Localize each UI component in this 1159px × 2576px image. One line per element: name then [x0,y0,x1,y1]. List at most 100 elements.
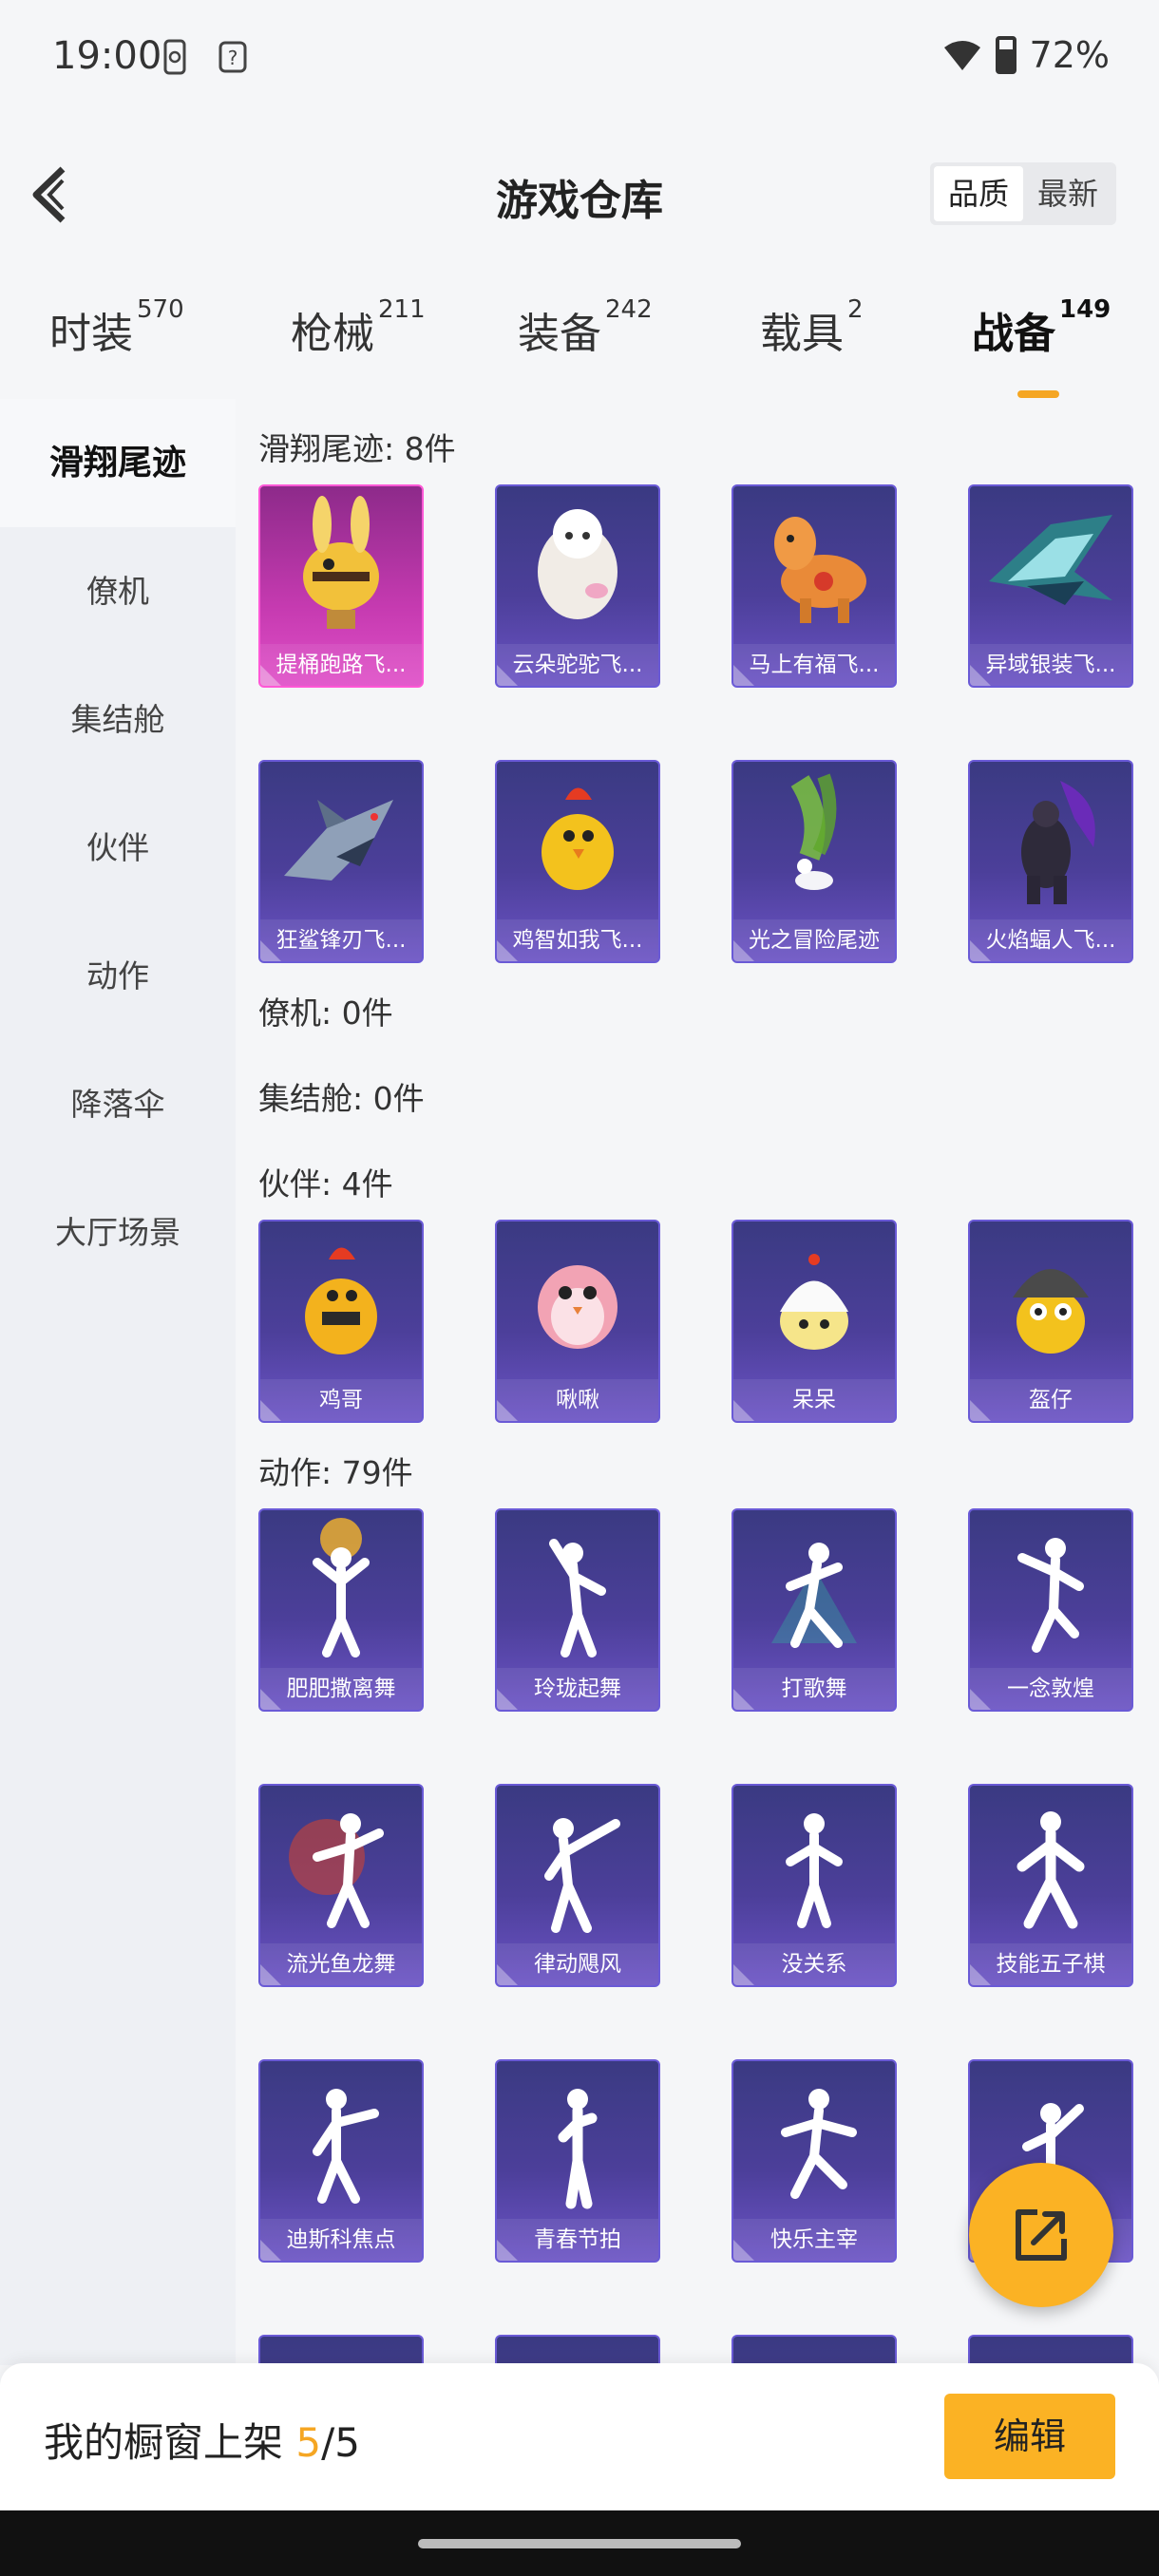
egg-chick-art-icon [780,1254,848,1350]
shark-art-icon [284,800,393,881]
item-card[interactable]: 没关系 [732,1784,897,1987]
item-card[interactable]: 肥肥撒离舞 [258,1508,424,1712]
sort-toggle[interactable]: 品质 最新 [930,162,1116,225]
pink-bird-art-icon [538,1265,618,1349]
item-card[interactable]: 盔仔 [968,1220,1133,1423]
tab-combat-gear[interactable]: 战备 149 [972,295,1111,398]
section-title-partner: 伙伴: 4件 [258,1165,393,1203]
sidebar-item-rally-pod[interactable]: 集结舱 [0,655,236,784]
chicken-art-icon [542,787,614,890]
wifi-icon [943,41,980,70]
item-label: 快乐主宰 [733,2219,895,2261]
item-label: 光之冒险尾迹 [733,919,895,961]
item-card[interactable]: 异域银装飞... [968,484,1133,688]
item-label: 迪斯科焦点 [260,2219,422,2261]
showcase-status: 我的橱窗上架 5/5 [44,2419,360,2466]
alpaca-art-icon [538,509,618,619]
item-label: 肥肥撒离舞 [260,1668,422,1710]
item-label: 马上有福飞... [733,644,895,686]
item-card[interactable]: 马上有福飞... [732,484,897,688]
unknown-app-icon: ? [218,41,247,73]
item-card[interactable]: 打歌舞 [732,1508,897,1712]
bee-rabbit-art-icon [303,496,379,629]
tab-fashion[interactable]: 时装 570 [49,295,184,360]
item-label: 没关系 [733,1943,895,1985]
sidebar-item-drone[interactable]: 僚机 [0,527,236,655]
item-card[interactable]: 呆呆 [732,1220,897,1423]
dancer-art-icon [781,2089,857,2199]
item-label: 鸡智如我飞... [497,919,658,961]
item-card[interactable]: 鸡哥 [258,1220,424,1423]
item-card[interactable]: 狂鲨锋刃飞... [258,760,424,963]
item-card[interactable] [732,2335,897,2365]
home-indicator[interactable] [418,2539,741,2548]
sidebar-item-partner[interactable]: 伙伴 [0,784,236,912]
item-card[interactable]: 提桶跑路飞... [258,484,424,688]
item-card[interactable] [258,2335,424,2365]
share-button[interactable] [969,2163,1113,2307]
tab-equipment[interactable]: 装备 242 [518,295,653,360]
item-card[interactable]: 技能五子棋 [968,1784,1133,1987]
item-card[interactable]: 云朵驼驼飞... [495,484,660,688]
share-icon [1016,2209,1067,2261]
item-label: 一念敦煌 [970,1668,1131,1710]
dancer-art-icon [771,1543,857,1648]
tab-vehicles[interactable]: 载具 2 [760,295,864,360]
status-bar: 19:00 ? 72% [0,0,1159,119]
item-label: 鸡哥 [260,1379,422,1421]
sort-quality[interactable]: 品质 [934,166,1023,221]
category-tabs: 时装 570 枪械 211 装备 242 载具 2 战备 149 [0,271,1159,399]
sort-latest[interactable]: 最新 [1023,166,1112,221]
tab-weapons[interactable]: 枪械 211 [291,295,426,360]
dancer-art-icon [558,2089,598,2209]
battery-percent: 72% [1029,34,1110,76]
battery-icon [995,36,1016,74]
item-card[interactable]: 快乐主宰 [732,2059,897,2263]
item-label: 云朵驼驼飞... [497,644,658,686]
helmet-chick-art-icon [1013,1269,1089,1354]
item-card[interactable]: 火焰蝠人飞... [968,760,1133,963]
sidebar-item-parachute[interactable]: 降落伞 [0,1040,236,1168]
item-card[interactable]: 律动飓风 [495,1784,660,1987]
item-label: 盔仔 [970,1379,1131,1421]
section-title-drone: 僚机: 0件 [258,994,393,1032]
dancer-art-icon [313,2089,379,2204]
sidebar-item-emote[interactable]: 动作 [0,912,236,1040]
chicken-brother-art-icon [305,1247,377,1354]
item-card[interactable] [495,2335,660,2365]
bat-hero-art-icon [1021,781,1095,904]
dancer-art-icon [1017,1538,1084,1653]
status-time: 19:00 [52,34,162,78]
item-label: 狂鲨锋刃飞... [260,919,422,961]
dancer-art-icon [549,1539,606,1657]
active-tab-indicator [1017,390,1059,398]
item-card[interactable]: 光之冒险尾迹 [732,760,897,963]
item-grid: 滑翔尾迹: 8件 提桶跑路飞... 云朵驼驼飞... 马上有福飞... 异域银装… [236,399,1159,2365]
item-card[interactable]: 流光鱼龙舞 [258,1784,424,1987]
item-label: 呆呆 [733,1379,895,1421]
item-card[interactable]: 一念敦煌 [968,1508,1133,1712]
item-card[interactable]: 玲珑起舞 [495,1508,660,1712]
dancer-art-icon [1016,1811,1085,1929]
item-label: 青春节拍 [497,2219,658,2261]
item-card[interactable]: 鸡智如我飞... [495,760,660,963]
item-card[interactable] [968,2335,1133,2365]
item-label: 啾啾 [497,1379,658,1421]
showcase-bar: 我的橱窗上架 5/5 编辑 [0,2363,1159,2510]
item-label: 异域银装飞... [970,644,1131,686]
section-title-glide: 滑翔尾迹: 8件 [258,430,456,467]
item-label: 玲珑起舞 [497,1668,658,1710]
sidebar-item-lobby-scene[interactable]: 大厅场景 [0,1168,236,1297]
sidebar-item-glide-trail[interactable]: 滑翔尾迹 [0,399,236,527]
dancer-art-icon [289,1813,384,1928]
horse-art-icon [774,517,866,623]
header: 游戏仓库 品质 最新 [0,119,1159,271]
status-right: 72% [942,34,1110,76]
section-title-pod: 集结舱: 0件 [258,1080,425,1117]
edit-button[interactable]: 编辑 [944,2394,1115,2479]
item-label: 律动飓风 [497,1943,658,1985]
light-trail-art-icon [790,773,837,890]
item-card[interactable]: 啾啾 [495,1220,660,1423]
item-card[interactable]: 青春节拍 [495,2059,660,2263]
item-card[interactable]: 迪斯科焦点 [258,2059,424,2263]
